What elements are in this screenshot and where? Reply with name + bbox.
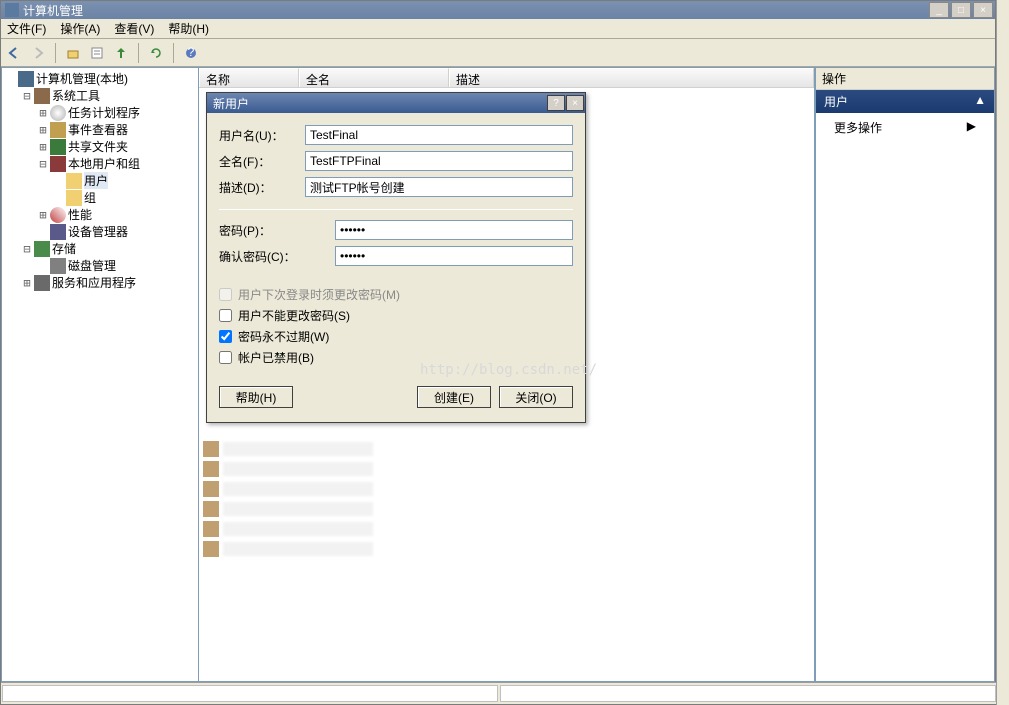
list-item[interactable]	[203, 480, 757, 498]
actions-header: 操作	[816, 68, 994, 90]
col-name[interactable]: 名称	[199, 68, 299, 87]
users-icon	[50, 156, 66, 172]
actions-more[interactable]: 更多操作▶	[816, 113, 994, 142]
computer-icon	[18, 71, 34, 87]
tree-pane: 计算机管理(本地) ⊟系统工具 ⊞任务计划程序 ⊞事件查看器 ⊞共享文件夹 ⊟本…	[1, 67, 199, 682]
toolbar-separator	[138, 43, 139, 63]
tree-users[interactable]: 用户	[4, 172, 196, 189]
status-bar	[1, 682, 997, 704]
minimize-button[interactable]: _	[929, 2, 949, 18]
list-item[interactable]	[203, 520, 757, 538]
menu-file[interactable]: 文件(F)	[7, 20, 46, 37]
folder-icon	[66, 173, 82, 189]
tree-system-tools[interactable]: ⊟系统工具	[4, 87, 196, 104]
help-button[interactable]: 帮助(H)	[219, 386, 293, 408]
performance-icon	[50, 207, 66, 223]
label-confirm: 确认密码(C)：	[219, 248, 305, 265]
app-icon	[5, 3, 19, 17]
menu-action[interactable]: 操作(A)	[60, 20, 100, 37]
tree-root[interactable]: 计算机管理(本地)	[4, 70, 196, 87]
toolbar-properties-button[interactable]	[86, 42, 108, 64]
toolbar-refresh-button[interactable]	[145, 42, 167, 64]
actions-pane: 操作 用户▲ 更多操作▶	[815, 67, 995, 682]
dialog-title: 新用户	[213, 95, 249, 112]
menu-help[interactable]: 帮助(H)	[168, 20, 209, 37]
user-icon	[203, 441, 219, 457]
checkbox-must-change: 用户下次登录时须更改密码(M)	[219, 286, 573, 303]
toolbar-help-button[interactable]: ?	[180, 42, 202, 64]
separator	[219, 209, 573, 210]
folder-icon	[66, 190, 82, 206]
app-icon	[34, 275, 50, 291]
window-title: 计算机管理	[23, 2, 83, 19]
maximize-button[interactable]: □	[951, 2, 971, 18]
dialog-close-button[interactable]: ×	[566, 95, 584, 111]
tree-groups[interactable]: 组	[4, 189, 196, 206]
tree-device-manager[interactable]: 设备管理器	[4, 223, 196, 240]
label-desc: 描述(D)：	[219, 179, 305, 196]
tree-shared-folders[interactable]: ⊞共享文件夹	[4, 138, 196, 155]
menu-bar: 文件(F) 操作(A) 查看(V) 帮助(H)	[1, 19, 995, 39]
user-icon	[203, 501, 219, 517]
column-headers: 名称 全名 描述	[199, 68, 814, 88]
tree-event-viewer[interactable]: ⊞事件查看器	[4, 121, 196, 138]
dialog-help-button[interactable]: ?	[547, 95, 565, 111]
toolbar-forward-button[interactable]	[27, 42, 49, 64]
toolbar-export-button[interactable]	[110, 42, 132, 64]
menu-view[interactable]: 查看(V)	[114, 20, 154, 37]
description-field[interactable]	[305, 177, 573, 197]
user-icon	[203, 481, 219, 497]
toolbar-separator	[55, 43, 56, 63]
toolbar: ?	[1, 39, 995, 67]
checkbox-never-expires[interactable]: 密码永不过期(W)	[219, 328, 573, 345]
list-item[interactable]	[203, 460, 757, 478]
close-button[interactable]: 关闭(O)	[499, 386, 573, 408]
col-fullname[interactable]: 全名	[299, 68, 449, 87]
toolbar-up-button[interactable]	[62, 42, 84, 64]
window-titlebar: 计算机管理 _ □ ×	[1, 1, 995, 19]
list-item[interactable]	[203, 540, 757, 558]
label-username: 用户名(U)：	[219, 127, 305, 144]
right-strip	[996, 0, 1009, 705]
status-segment	[2, 685, 498, 702]
username-field[interactable]	[305, 125, 573, 145]
tree-disk-management[interactable]: 磁盘管理	[4, 257, 196, 274]
col-desc[interactable]: 描述	[449, 68, 814, 87]
dialog-titlebar: 新用户 ? ×	[207, 93, 585, 113]
list-item[interactable]	[203, 500, 757, 518]
tree-storage[interactable]: ⊟存储	[4, 240, 196, 257]
checkbox-cannot-change[interactable]: 用户不能更改密码(S)	[219, 307, 573, 324]
watermark-text: http://blog.csdn.net/	[420, 362, 597, 378]
chevron-right-icon: ▶	[967, 119, 976, 136]
tools-icon	[34, 88, 50, 104]
clock-icon	[50, 105, 66, 121]
list-item[interactable]	[203, 440, 757, 458]
tree-performance[interactable]: ⊞性能	[4, 206, 196, 223]
fullname-field[interactable]	[305, 151, 573, 171]
tree-local-users-groups[interactable]: ⊟本地用户和组	[4, 155, 196, 172]
user-icon	[203, 521, 219, 537]
label-password: 密码(P)：	[219, 222, 305, 239]
event-icon	[50, 122, 66, 138]
tree-task-scheduler[interactable]: ⊞任务计划程序	[4, 104, 196, 121]
create-button[interactable]: 创建(E)	[417, 386, 491, 408]
close-button[interactable]: ×	[973, 2, 993, 18]
actions-section-users[interactable]: 用户▲	[816, 90, 994, 113]
share-icon	[50, 139, 66, 155]
user-icon	[203, 541, 219, 557]
password-field[interactable]	[335, 220, 573, 240]
user-icon	[203, 461, 219, 477]
storage-icon	[34, 241, 50, 257]
disk-icon	[50, 258, 66, 274]
toolbar-separator	[173, 43, 174, 63]
status-segment	[500, 685, 996, 702]
svg-text:?: ?	[188, 46, 195, 59]
collapse-icon: ▲	[974, 93, 986, 110]
label-fullname: 全名(F)：	[219, 153, 305, 170]
tree-services-apps[interactable]: ⊞服务和应用程序	[4, 274, 196, 291]
toolbar-back-button[interactable]	[3, 42, 25, 64]
confirm-password-field[interactable]	[335, 246, 573, 266]
device-icon	[50, 224, 66, 240]
